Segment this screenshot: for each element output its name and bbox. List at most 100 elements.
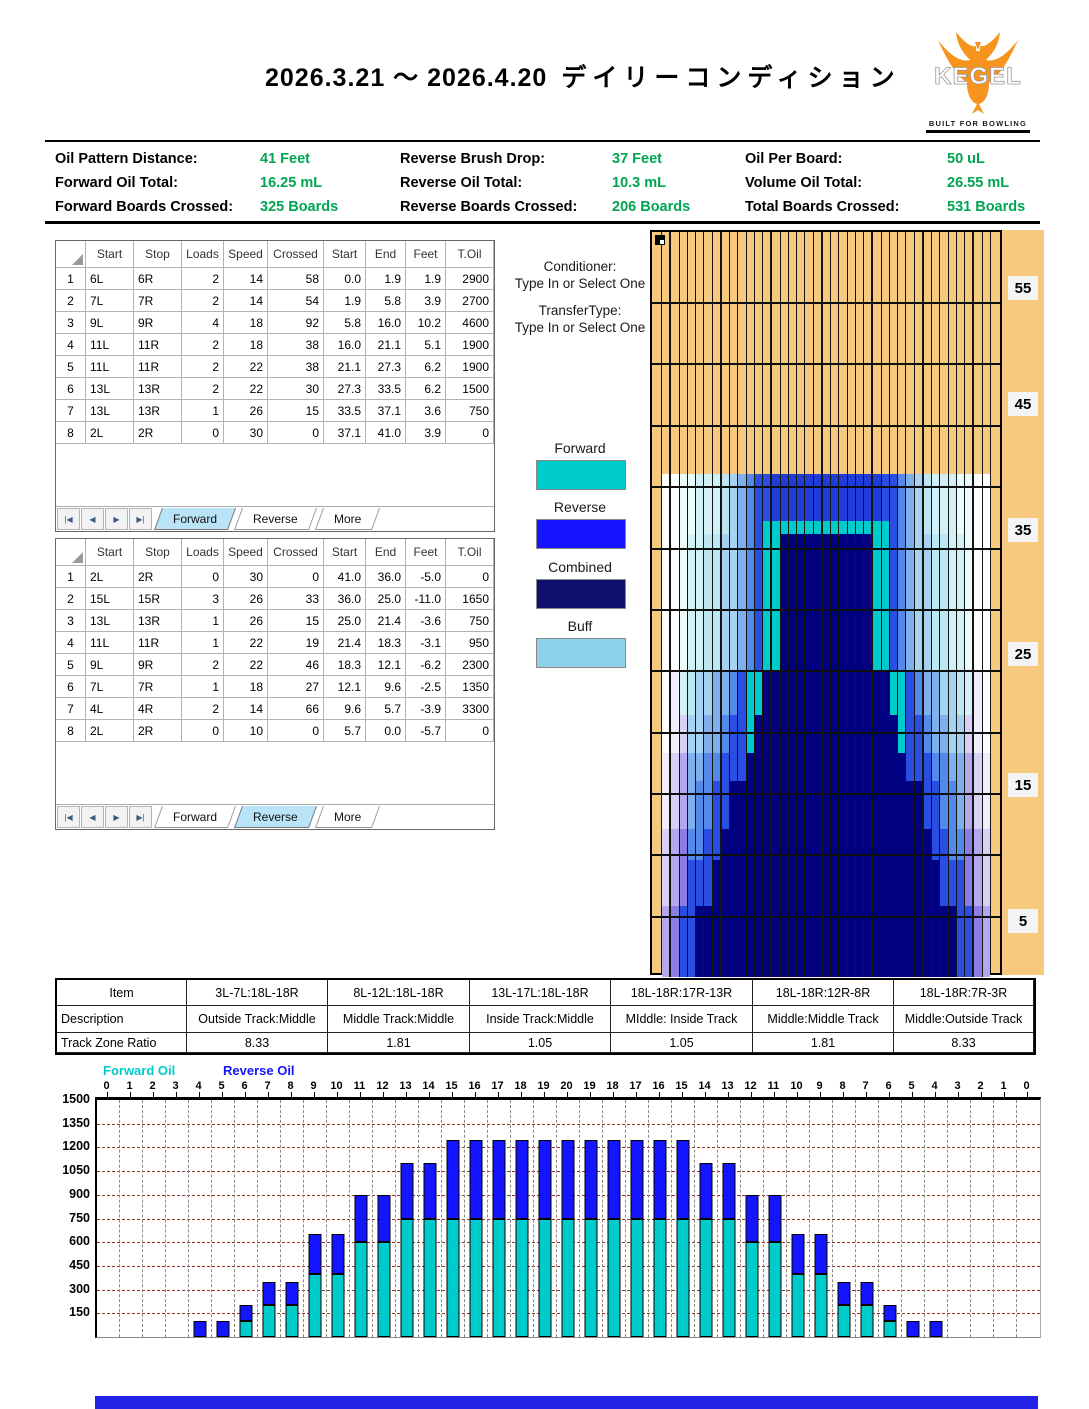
data-cell[interactable]: 21.4	[366, 610, 406, 632]
data-cell[interactable]: 9R	[134, 312, 182, 334]
prev-sheet-button[interactable]: ◀	[81, 508, 104, 530]
sheet-tab-more[interactable]: More	[314, 806, 381, 828]
data-cell[interactable]: 38	[268, 356, 324, 378]
data-cell[interactable]: 13L	[86, 378, 134, 400]
select-all-cell[interactable]	[56, 241, 86, 268]
data-cell[interactable]: 9.6	[324, 698, 366, 720]
data-cell[interactable]: 3.6	[406, 400, 446, 422]
data-cell[interactable]: 33	[268, 588, 324, 610]
data-cell[interactable]: 4	[182, 312, 224, 334]
data-cell[interactable]: 7R	[134, 676, 182, 698]
first-sheet-button[interactable]: |◀	[57, 508, 80, 530]
column-header[interactable]: Start	[86, 241, 134, 268]
sheet-tab-reverse[interactable]: Reverse	[234, 508, 317, 530]
data-cell[interactable]: 66	[268, 698, 324, 720]
data-cell[interactable]: -5.0	[406, 566, 446, 588]
data-cell[interactable]: 25.0	[324, 610, 366, 632]
data-cell[interactable]: 3.9	[406, 422, 446, 444]
data-cell[interactable]: 12.1	[324, 676, 366, 698]
data-cell[interactable]: 2	[182, 698, 224, 720]
row-number[interactable]: 1	[56, 268, 86, 290]
data-cell[interactable]: 2R	[134, 720, 182, 742]
data-cell[interactable]: -6.2	[406, 654, 446, 676]
column-header[interactable]: Start	[86, 539, 134, 566]
row-number[interactable]: 8	[56, 720, 86, 742]
data-cell[interactable]: 14	[224, 268, 268, 290]
data-cell[interactable]: 41.0	[324, 566, 366, 588]
data-cell[interactable]: 54	[268, 290, 324, 312]
data-cell[interactable]: 3300	[446, 698, 494, 720]
data-cell[interactable]: 13R	[134, 610, 182, 632]
data-cell[interactable]: 2R	[134, 566, 182, 588]
data-cell[interactable]: 10	[224, 720, 268, 742]
data-cell[interactable]: 16.0	[324, 334, 366, 356]
data-cell[interactable]: 2L	[86, 422, 134, 444]
column-header[interactable]: Loads	[182, 241, 224, 268]
data-cell[interactable]: 36.0	[366, 566, 406, 588]
data-cell[interactable]: 18	[224, 312, 268, 334]
data-cell[interactable]: 1	[182, 676, 224, 698]
data-cell[interactable]: 46	[268, 654, 324, 676]
data-cell[interactable]: 4L	[86, 698, 134, 720]
data-cell[interactable]: 2	[182, 334, 224, 356]
column-header[interactable]: Start	[324, 539, 366, 566]
data-cell[interactable]: 1.9	[324, 290, 366, 312]
data-cell[interactable]: 26	[224, 588, 268, 610]
data-cell[interactable]: -3.6	[406, 610, 446, 632]
row-number[interactable]: 6	[56, 676, 86, 698]
data-cell[interactable]: 7R	[134, 290, 182, 312]
data-cell[interactable]: 15R	[134, 588, 182, 610]
data-cell[interactable]: 22	[224, 654, 268, 676]
data-cell[interactable]: 2L	[86, 566, 134, 588]
data-cell[interactable]: 1500	[446, 378, 494, 400]
data-cell[interactable]: 0	[268, 422, 324, 444]
data-cell[interactable]: 5.7	[324, 720, 366, 742]
sheet-tab-more[interactable]: More	[314, 508, 381, 530]
data-cell[interactable]: 5.7	[366, 698, 406, 720]
data-cell[interactable]: 9R	[134, 654, 182, 676]
data-cell[interactable]: 2	[182, 268, 224, 290]
data-cell[interactable]: 37.1	[366, 400, 406, 422]
data-cell[interactable]: 2	[182, 654, 224, 676]
data-cell[interactable]: 11R	[134, 632, 182, 654]
data-cell[interactable]: 21.1	[324, 356, 366, 378]
sheet-tab-reverse[interactable]: Reverse	[234, 806, 317, 828]
data-cell[interactable]: 11L	[86, 356, 134, 378]
data-cell[interactable]: 4R	[134, 698, 182, 720]
data-cell[interactable]: 1350	[446, 676, 494, 698]
row-number[interactable]: 3	[56, 312, 86, 334]
column-header[interactable]: Feet	[406, 539, 446, 566]
data-cell[interactable]: 6.2	[406, 378, 446, 400]
data-cell[interactable]: 1650	[446, 588, 494, 610]
data-cell[interactable]: -5.7	[406, 720, 446, 742]
data-cell[interactable]: 1	[182, 632, 224, 654]
data-cell[interactable]: 2300	[446, 654, 494, 676]
data-cell[interactable]: 1	[182, 610, 224, 632]
data-cell[interactable]: 0	[268, 566, 324, 588]
data-cell[interactable]: 0	[182, 422, 224, 444]
data-cell[interactable]: 26	[224, 610, 268, 632]
data-cell[interactable]: 11R	[134, 334, 182, 356]
row-number[interactable]: 2	[56, 290, 86, 312]
data-cell[interactable]: 1900	[446, 334, 494, 356]
data-cell[interactable]: 2R	[134, 422, 182, 444]
prev-sheet-button[interactable]: ◀	[81, 806, 104, 828]
data-cell[interactable]: 0.0	[366, 720, 406, 742]
data-cell[interactable]: 11R	[134, 356, 182, 378]
data-cell[interactable]: 7L	[86, 676, 134, 698]
column-header[interactable]: Speed	[224, 539, 268, 566]
data-cell[interactable]: 15	[268, 400, 324, 422]
data-cell[interactable]: 9L	[86, 312, 134, 334]
data-cell[interactable]: 3	[182, 588, 224, 610]
row-number[interactable]: 2	[56, 588, 86, 610]
data-cell[interactable]: 5.8	[324, 312, 366, 334]
data-cell[interactable]: 16.0	[366, 312, 406, 334]
data-cell[interactable]: 4600	[446, 312, 494, 334]
row-number[interactable]: 1	[56, 566, 86, 588]
data-cell[interactable]: 14	[224, 290, 268, 312]
data-cell[interactable]: 950	[446, 632, 494, 654]
data-cell[interactable]: 25.0	[366, 588, 406, 610]
sheet-tab-forward[interactable]: Forward	[153, 806, 237, 828]
data-cell[interactable]: 19	[268, 632, 324, 654]
data-cell[interactable]: 92	[268, 312, 324, 334]
